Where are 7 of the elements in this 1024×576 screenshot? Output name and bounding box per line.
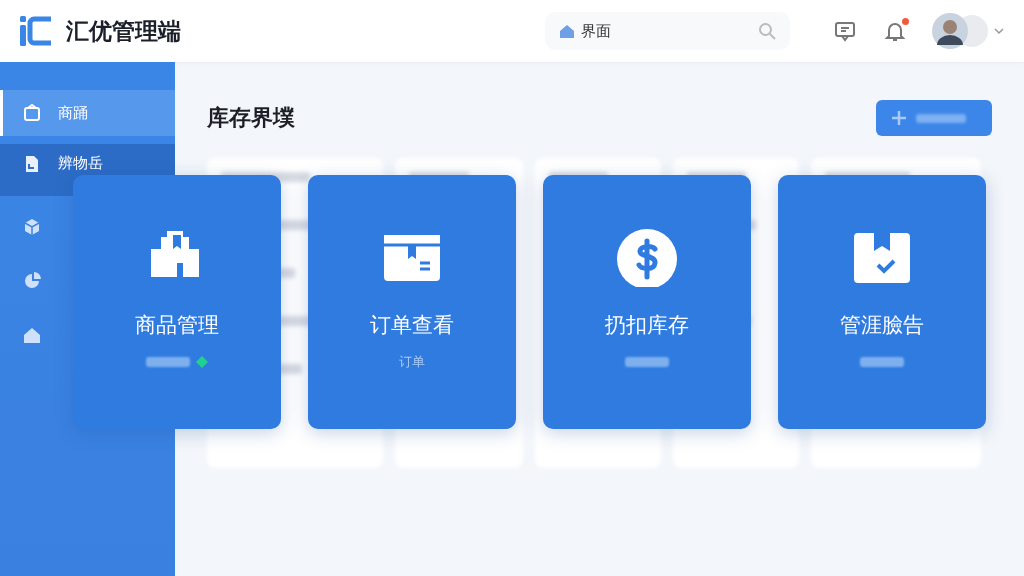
card-title: 管涯臉告 — [840, 312, 924, 339]
card-subtitle: 订单 — [399, 353, 425, 371]
card-title: 扔扣库存 — [605, 312, 689, 339]
card-title: 商品管理 — [135, 312, 219, 339]
app-title: 汇优管理端 — [66, 16, 181, 46]
page-title: 库存界墣 — [207, 104, 295, 132]
card-title: 订单查看 — [370, 312, 454, 339]
